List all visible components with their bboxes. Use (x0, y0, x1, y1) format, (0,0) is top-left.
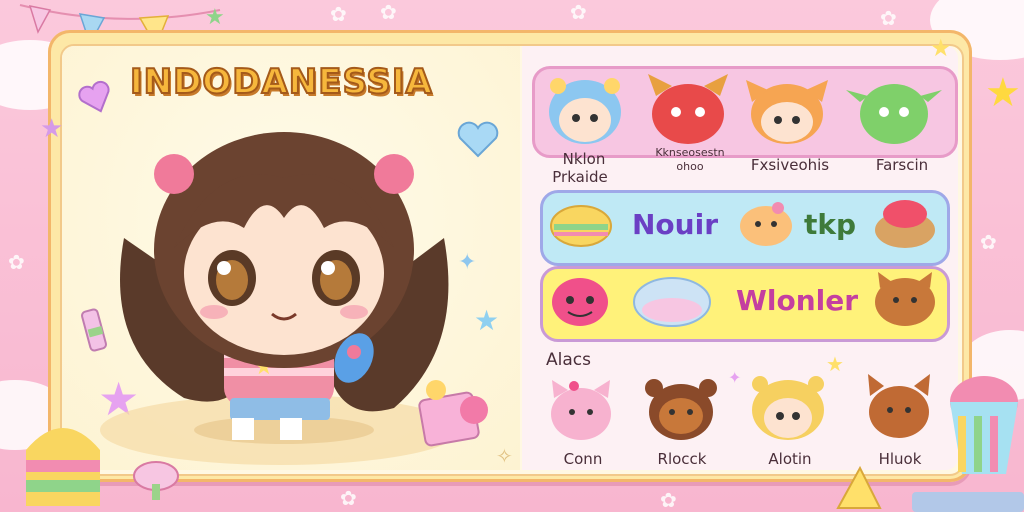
roster-label: Hluok (878, 450, 922, 468)
roster-label: Conn (563, 450, 603, 468)
roster-label: Nklon (562, 150, 606, 168)
roster-label: Fxsiveohis (750, 156, 830, 174)
game-title: INDODANESSIA (129, 61, 433, 103)
mascot-green-goblin[interactable] (846, 72, 942, 148)
banner-text: Nouir (632, 208, 719, 241)
flower-icon: ✿ (340, 486, 357, 510)
mascot-orange-cat[interactable] (742, 72, 832, 148)
mascot-brown-bear[interactable] (640, 374, 722, 442)
flower-icon: ✿ (8, 250, 25, 274)
heart-icon (78, 80, 110, 113)
star-icon: ★ (985, 70, 1021, 116)
banner-text: tkp (804, 208, 857, 241)
cheese-item-icon (836, 465, 882, 509)
flower-icon: ✿ (330, 2, 347, 26)
food-taco-icon[interactable] (548, 196, 614, 252)
star-icon: ★ (930, 34, 952, 62)
mascot-brown-dog[interactable] (862, 372, 936, 440)
mascot-pink-bear[interactable] (736, 198, 796, 250)
flower-icon: ✿ (880, 6, 897, 30)
banner-text: Wlonler (736, 284, 859, 317)
roster-label: ohoo (676, 160, 704, 173)
mascot-jelly-fish[interactable] (624, 272, 720, 332)
star-icon: ★ (40, 114, 64, 144)
mascot-pink-cat[interactable] (544, 376, 618, 442)
roster-heading: Alacs (546, 350, 591, 370)
svg-text:★: ★ (205, 5, 225, 30)
star-icon: ★ (474, 304, 500, 337)
roster-label: Farscin (875, 156, 929, 174)
flower-icon: ✿ (660, 488, 677, 512)
mascot-brown-fox[interactable] (870, 268, 940, 330)
gift-item-icon[interactable] (414, 372, 504, 452)
flower-icon: ✿ (980, 230, 997, 254)
roster-label: Alotin (768, 450, 812, 468)
main-character-avatar[interactable]: ★ (104, 118, 464, 448)
flower-icon: ✿ (570, 0, 587, 24)
mascot-blonde-girl[interactable] (746, 372, 830, 444)
mascot-pink-blob[interactable] (548, 272, 612, 330)
sparkle-icon: ✦ (728, 368, 742, 387)
food-cupcake-icon[interactable] (872, 194, 938, 252)
jelly-candy-icon (26, 428, 100, 506)
mascot-blue-hair[interactable] (540, 72, 630, 148)
roster-label: Prkaide (552, 168, 608, 186)
spinning-top-icon (133, 461, 179, 500)
roster-label: Rlocck (657, 450, 707, 468)
roster-label: Kknseosestn (655, 146, 725, 159)
mascot-red-fox[interactable] (642, 70, 734, 150)
flower-icon: ✿ (380, 0, 397, 24)
